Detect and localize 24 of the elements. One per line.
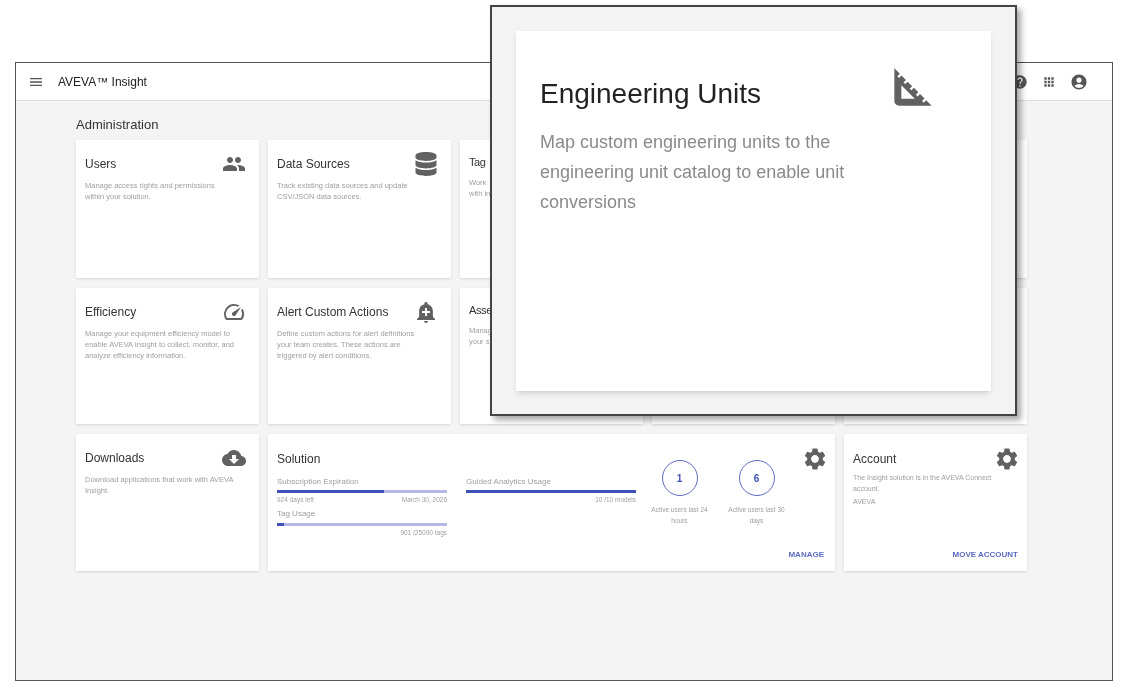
move-account-link[interactable]: MOVE ACCOUNT xyxy=(952,549,1018,561)
apps-icon[interactable] xyxy=(1042,74,1056,89)
card-description: Map custom engineering units to the engineering unit catalog to enable unit conversions xyxy=(540,131,846,214)
bell-plus-icon xyxy=(414,300,438,324)
card-title: Engineering Units xyxy=(540,77,762,111)
engineering-units-card[interactable]: Engineering Units Map custom engineering units to the engineering unit catalog to enable unit conversions xyxy=(516,31,991,391)
card-title: Solution xyxy=(277,451,321,468)
app-title: AVEVA™ Insight xyxy=(58,73,147,91)
usage-label: Tag Usage xyxy=(277,507,317,520)
usage-label: Subscription Expiration xyxy=(277,476,360,488)
gear-icon[interactable] xyxy=(802,446,828,472)
usage-label: Guided Analytics Usage xyxy=(466,476,552,488)
gear-icon[interactable] xyxy=(994,446,1020,472)
database-icon xyxy=(414,152,438,176)
manage-link[interactable]: MANAGE xyxy=(788,549,824,561)
card-title: Alert Custom Actions xyxy=(277,304,389,321)
card-title: Account xyxy=(853,451,897,468)
card-title: Downloads xyxy=(85,450,145,467)
card-title: Data Sources xyxy=(277,156,350,173)
page-title: Administration xyxy=(76,116,160,134)
account-icon[interactable] xyxy=(1070,72,1088,91)
card-title: Efficiency xyxy=(85,304,137,321)
card-title: Tag xyxy=(469,155,487,170)
card-title: Users xyxy=(85,156,117,173)
